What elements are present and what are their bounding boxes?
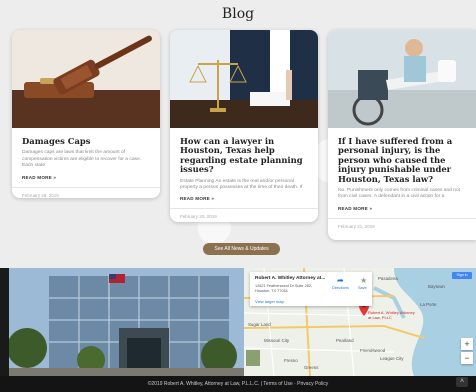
map-label-sugar-land: Sugar Land: [248, 322, 271, 327]
scales-of-justice-icon: [170, 30, 318, 128]
office-and-map-section: Robert A. Whitley Attorney at... 12621 F…: [0, 268, 476, 376]
map-label-pearland: Pearland: [336, 338, 354, 343]
card-divider: [12, 186, 160, 188]
post-image[interactable]: [12, 30, 160, 128]
post-date: February 21, 2019: [338, 223, 375, 229]
injured-patient-icon: [328, 30, 476, 128]
read-more-link[interactable]: READ MORE »: [338, 206, 466, 211]
read-more-link[interactable]: READ MORE »: [180, 196, 308, 201]
blog-card-personal-injury[interactable]: If I have suffered from a personal injur…: [328, 30, 476, 240]
directions-icon[interactable]: ➦: [337, 276, 344, 285]
map-label-league-city: League City: [380, 356, 404, 361]
map-label-la-porte: La Porte: [420, 302, 437, 307]
map-place-title[interactable]: Robert A. Whitley Attorney at...: [255, 276, 325, 281]
blog-card-damages-caps[interactable]: Damages Caps Damages caps are laws that …: [12, 30, 160, 198]
office-building-photo: [9, 268, 244, 376]
address-line2: Houston, TX 77034: [255, 289, 288, 293]
card-divider: [328, 217, 476, 219]
map-label-baytown: Baytown: [428, 284, 445, 289]
scroll-to-top-button[interactable]: ˄: [456, 377, 468, 387]
map-label-pasadena: Pasadena: [378, 276, 398, 281]
blog-card-estate-planning[interactable]: How can a lawyer in Houston, Texas help …: [170, 30, 318, 222]
directions-link[interactable]: Directions: [332, 286, 349, 290]
post-excerpt: Estate Planning An estate is the real an…: [180, 178, 303, 191]
post-date: February 20, 2019: [180, 214, 217, 220]
google-map[interactable]: Robert A. Whitley Attorney at... 12621 F…: [244, 268, 476, 376]
map-marker-label: Robert A. Whitley Attorney at Law, PLLC: [368, 310, 415, 320]
see-all-news-button[interactable]: See All News & Updates: [203, 243, 280, 255]
map-label-friendswood: Friendswood: [360, 348, 386, 353]
save-link[interactable]: Save: [358, 286, 367, 290]
map-sign-in-button[interactable]: Sign in: [452, 272, 472, 279]
map-zoom-in-button[interactable]: +: [461, 338, 473, 350]
post-excerpt: Damages caps are laws that limit the amo…: [22, 150, 142, 169]
page-title: Blog: [221, 6, 255, 22]
post-image[interactable]: [170, 30, 318, 128]
view-larger-map-link[interactable]: View larger map: [255, 299, 284, 304]
map-label-missouri-city: Missouri City: [264, 338, 290, 343]
map-label-greens: Greens: [304, 365, 319, 370]
read-more-link[interactable]: READ MORE »: [22, 175, 150, 180]
post-excerpt: No. Punishment only comes from criminal …: [338, 188, 461, 200]
post-title[interactable]: If I have suffered from a personal injur…: [338, 136, 466, 184]
map-zoom-out-button[interactable]: −: [461, 352, 473, 364]
map-place-card[interactable]: Robert A. Whitley Attorney at... 12621 F…: [250, 272, 372, 306]
save-star-icon[interactable]: ★: [360, 276, 367, 285]
building-icon: [9, 268, 244, 376]
post-date: February 28, 2019: [22, 192, 59, 198]
map-label-fresno: Fresno: [284, 358, 298, 363]
post-title[interactable]: Damages Caps: [22, 136, 150, 146]
address-line1: 12621 Featherwood Dr Suite 282,: [255, 284, 312, 288]
card-divider: [170, 208, 318, 210]
post-image[interactable]: [328, 30, 476, 128]
gavel-icon: [12, 30, 160, 128]
post-title[interactable]: How can a lawyer in Houston, Texas help …: [180, 136, 308, 175]
map-place-address: 12621 Featherwood Dr Suite 282, Houston, …: [255, 284, 325, 294]
site-footer: ©2019 Robert A. Whitley, Attorney at Law…: [0, 376, 476, 392]
